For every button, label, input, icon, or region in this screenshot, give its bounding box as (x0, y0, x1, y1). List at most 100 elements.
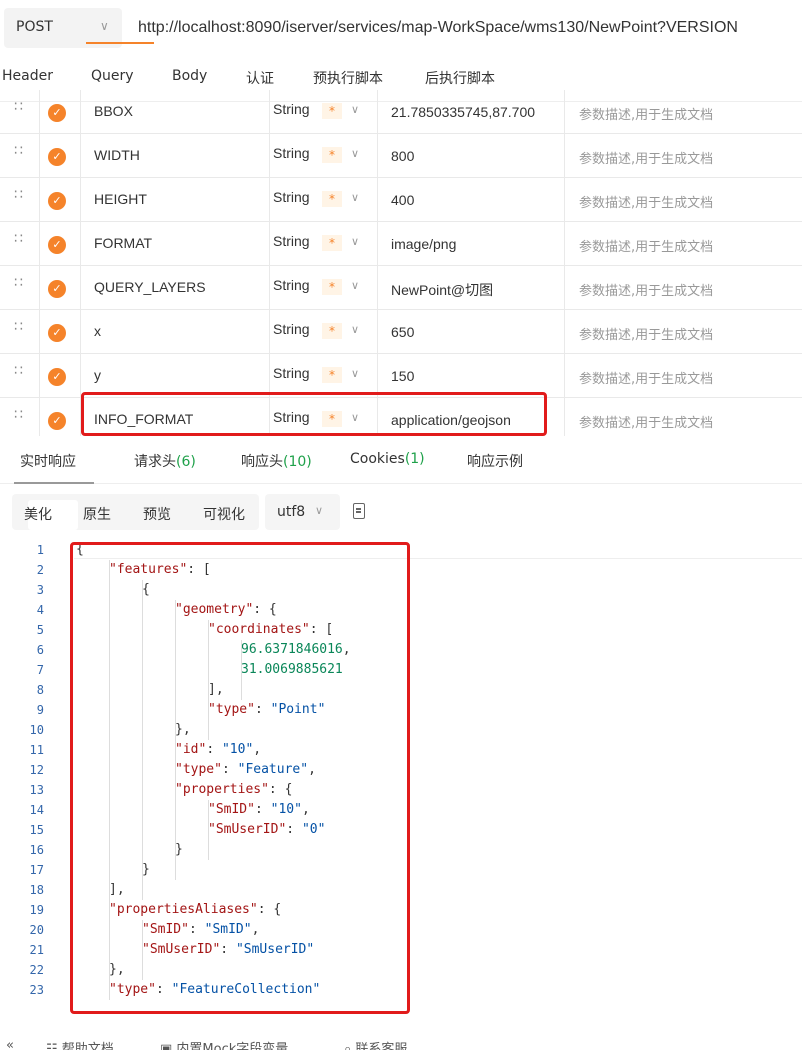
footer-help-docs[interactable]: ☷ 帮助文档 (46, 1038, 114, 1050)
line-number: 4 (36, 603, 44, 617)
line-number: 13 (29, 783, 44, 797)
required-badge[interactable]: * (322, 235, 342, 251)
drag-handle[interactable]: ∷ (0, 266, 40, 310)
param-type[interactable]: String (273, 277, 310, 293)
mode-raw-button[interactable]: 原生 (83, 504, 111, 524)
required-badge[interactable]: * (322, 411, 342, 427)
required-badge[interactable]: * (322, 147, 342, 163)
param-type[interactable]: String (273, 365, 310, 381)
chevron-down-icon[interactable]: ∨ (351, 147, 359, 160)
param-type[interactable]: String (273, 101, 310, 117)
param-value-cell[interactable]: 150 (377, 354, 565, 398)
line-number: 8 (36, 683, 44, 697)
tab-query[interactable]: Query (91, 68, 134, 84)
required-badge[interactable]: * (322, 367, 342, 383)
code-line: 19 "propertiesAliases": { (0, 900, 802, 920)
tab-pre-script[interactable]: 预执行脚本 (313, 68, 383, 88)
encoding-select[interactable]: utf8 ∨ (265, 494, 340, 530)
drag-handle[interactable]: ∷ (0, 354, 40, 398)
check-icon[interactable]: ✓ (48, 368, 66, 386)
copy-icon[interactable] (353, 503, 365, 519)
chevron-down-icon[interactable]: ∨ (351, 279, 359, 292)
required-badge[interactable]: * (322, 279, 342, 295)
drag-handle[interactable]: ∷ (0, 90, 40, 134)
param-type[interactable]: String (273, 145, 310, 161)
tab-request-headers[interactable]: 请求头(6) (134, 451, 196, 471)
mode-visualize-button[interactable]: 可视化 (203, 504, 245, 524)
url-input[interactable]: http://localhost:8090/iserver/services/m… (138, 19, 802, 37)
code-text: 96.6371846016, (241, 640, 351, 660)
drag-handle[interactable]: ∷ (0, 134, 40, 178)
param-key-cell[interactable]: x (80, 310, 270, 354)
param-description[interactable]: 参数描述,用于生成文档 (579, 192, 713, 211)
param-description[interactable]: 参数描述,用于生成文档 (579, 148, 713, 167)
param-description[interactable]: 参数描述,用于生成文档 (579, 280, 713, 299)
param-description[interactable]: 参数描述,用于生成文档 (579, 368, 713, 387)
param-value-cell[interactable]: 800 (377, 134, 565, 178)
param-description[interactable]: 参数描述,用于生成文档 (579, 236, 713, 255)
chevron-down-icon[interactable]: ∨ (351, 411, 359, 424)
drag-handle[interactable]: ∷ (0, 178, 40, 222)
tab-post-script[interactable]: 后执行脚本 (425, 68, 495, 88)
param-key-cell[interactable]: BBOX (80, 90, 270, 134)
param-key-cell[interactable]: QUERY_LAYERS (80, 266, 270, 310)
param-type[interactable]: String (273, 409, 310, 425)
check-icon[interactable]: ✓ (48, 324, 66, 342)
response-code-editor[interactable]: 1{2 "features": [3{4 "geometry": {5 "coordi… (0, 538, 802, 1008)
tab-auth[interactable]: 认证 (246, 68, 274, 88)
tab-response-example[interactable]: 响应示例 (467, 451, 523, 471)
param-value-cell[interactable]: 650 (377, 310, 565, 354)
tab-cookies[interactable]: Cookies(1) (350, 451, 425, 467)
chevron-down-icon[interactable]: ∨ (351, 235, 359, 248)
line-number: 21 (29, 943, 44, 957)
tab-response-headers[interactable]: 响应头(10) (241, 451, 312, 471)
param-type[interactable]: String (273, 189, 310, 205)
param-description[interactable]: 参数描述,用于生成文档 (579, 412, 713, 431)
param-type[interactable]: String (273, 321, 310, 337)
chevron-down-icon[interactable]: ∨ (351, 103, 359, 116)
drag-handle[interactable]: ∷ (0, 222, 40, 266)
chevron-down-icon[interactable]: ∨ (351, 323, 359, 336)
chevron-down-icon: ∨ (315, 504, 324, 517)
param-key-cell[interactable]: y (80, 354, 270, 398)
tab-live-response[interactable]: 实时响应 (20, 451, 76, 471)
param-description[interactable]: 参数描述,用于生成文档 (579, 104, 713, 123)
footer-support[interactable]: ⌕ 联系客服 (344, 1038, 407, 1050)
check-icon[interactable]: ✓ (48, 192, 66, 210)
param-description[interactable]: 参数描述,用于生成文档 (579, 324, 713, 343)
json-punct: ], (208, 682, 224, 697)
mode-pretty-button[interactable]: 美化 (24, 504, 52, 524)
param-key-cell[interactable]: WIDTH (80, 134, 270, 178)
param-value-cell[interactable]: NewPoint@切图 (377, 266, 565, 310)
required-badge[interactable]: * (322, 103, 342, 119)
indent-guide (142, 920, 143, 980)
check-icon[interactable]: ✓ (48, 280, 66, 298)
param-value-cell[interactable]: 21.7850335745,87.700 (377, 90, 565, 134)
json-string: "10" (270, 802, 302, 817)
chevron-down-icon[interactable]: ∨ (351, 191, 359, 204)
view-mode-group: 美化 原生 预览 可视化 (12, 494, 259, 530)
param-key-cell[interactable]: FORMAT (80, 222, 270, 266)
check-icon[interactable]: ✓ (48, 412, 66, 430)
check-icon[interactable]: ✓ (48, 236, 66, 254)
code-line: 18], (0, 880, 802, 900)
required-badge[interactable]: * (322, 191, 342, 207)
code-line: 22}, (0, 960, 802, 980)
param-value-cell[interactable]: image/png (377, 222, 565, 266)
tab-header[interactable]: Header (2, 68, 53, 84)
param-key-cell[interactable]: HEIGHT (80, 178, 270, 222)
param-type[interactable]: String (273, 233, 310, 249)
chevron-down-icon[interactable]: ∨ (351, 367, 359, 380)
line-number: 17 (29, 863, 44, 877)
footer-mock-vars[interactable]: ▣ 内置Mock字段变量 (160, 1038, 288, 1050)
collapse-icon[interactable]: « (6, 1038, 14, 1050)
check-icon[interactable]: ✓ (48, 148, 66, 166)
required-badge[interactable]: * (322, 323, 342, 339)
mode-preview-button[interactable]: 预览 (143, 504, 171, 524)
drag-handle[interactable]: ∷ (0, 310, 40, 354)
param-value-cell[interactable]: 400 (377, 178, 565, 222)
check-icon[interactable]: ✓ (48, 104, 66, 122)
code-text: "id": "10", (175, 740, 261, 760)
grip-icon: ∷ (14, 143, 23, 159)
tab-body[interactable]: Body (172, 68, 207, 84)
